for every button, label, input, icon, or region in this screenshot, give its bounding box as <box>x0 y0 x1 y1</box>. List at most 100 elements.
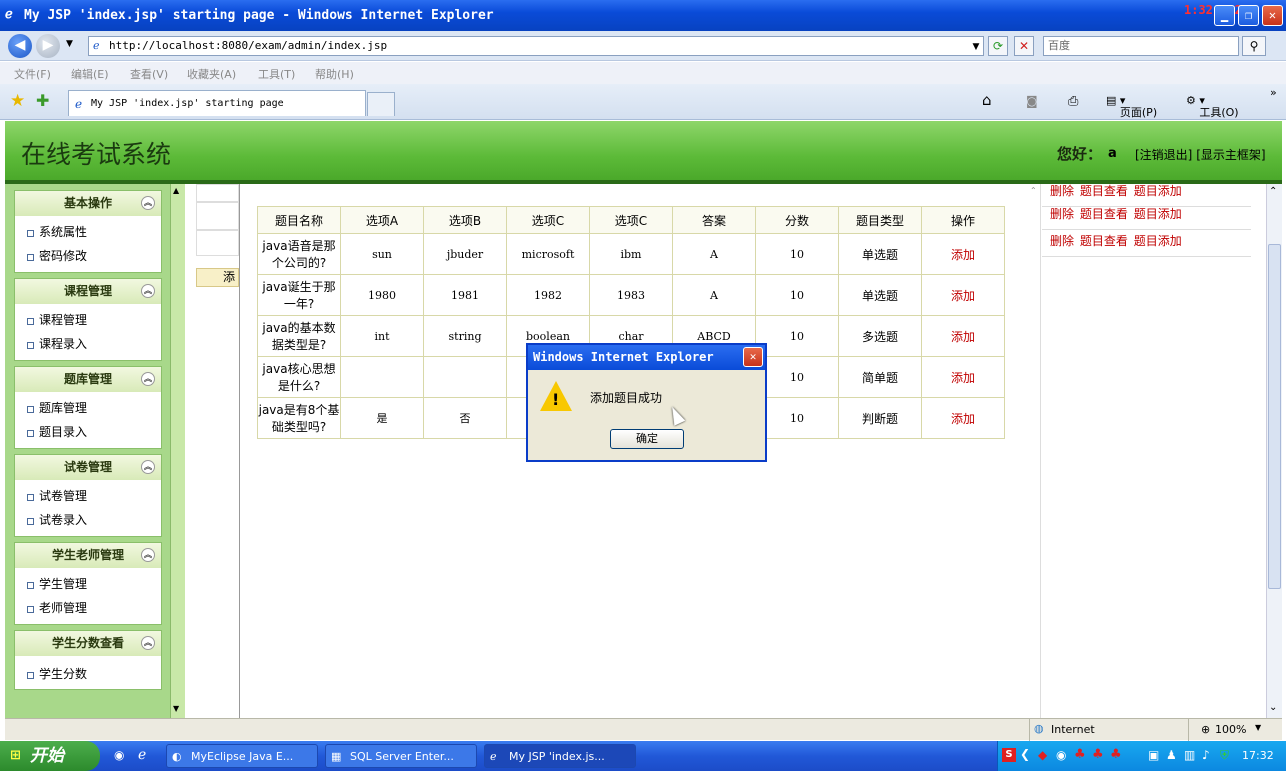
add-question-link[interactable]: 添加 <box>921 233 1005 275</box>
tab-current-page[interactable]: ℯ My JSP 'index.jsp' starting page <box>68 90 366 116</box>
sidebar-item-student-manage[interactable]: 学生管理 <box>15 572 161 596</box>
quicklaunch-ie-icon[interactable]: ℯ <box>138 747 146 763</box>
view-question-link[interactable]: 题目查看 <box>1080 207 1128 221</box>
feeds-icon[interactable]: ◙ <box>1026 94 1038 108</box>
left-pane-add-label[interactable]: 添 <box>196 268 239 287</box>
home-icon[interactable]: ⌂ <box>982 91 992 109</box>
tray-app-icon[interactable]: ♟ <box>1166 748 1177 762</box>
page-menu[interactable]: ▤ 页面(P) ▾ <box>1106 94 1157 119</box>
sidebar-group-header[interactable]: 题库管理 ︽ <box>15 367 161 392</box>
view-question-link[interactable]: 题目查看 <box>1080 234 1128 248</box>
input-method-icon[interactable]: S <box>1002 748 1016 762</box>
maximize-button[interactable]: ❐ <box>1238 5 1259 26</box>
dialog-titlebar[interactable]: Windows Internet Explorer ✕ <box>528 345 765 370</box>
task-myeclipse[interactable]: ◐ MyEclipse Java E... <box>166 744 318 768</box>
more-chevron-icon[interactable]: » <box>1270 86 1277 99</box>
sidebar-group-header[interactable]: 课程管理 ︽ <box>15 279 161 304</box>
close-window-button[interactable]: ✕ <box>1262 5 1283 26</box>
volume-icon[interactable]: ♪ <box>1202 748 1210 762</box>
tray-app-icon[interactable]: ◉ <box>1056 748 1066 762</box>
zoom-level[interactable]: 100% <box>1215 723 1246 736</box>
address-dropdown-button[interactable]: ▼ <box>966 36 986 56</box>
stop-button[interactable]: ✕ <box>1014 36 1034 56</box>
search-button[interactable]: ⚲ <box>1242 36 1266 56</box>
tools-menu[interactable]: ⚙ 工具(O) ▾ <box>1186 94 1239 119</box>
sidebar-item-student-scores[interactable]: 学生分数 <box>15 662 161 686</box>
sidebar-item-question-manage[interactable]: 题库管理 <box>15 396 161 420</box>
sidebar-scrollbar[interactable]: ▲ ▼ <box>170 184 185 718</box>
add-question-link[interactable]: 题目添加 <box>1134 234 1182 248</box>
sidebar-item-paper-entry[interactable]: 试卷录入 <box>15 508 161 532</box>
back-button[interactable]: ◀ <box>8 34 32 58</box>
page-scrollbar[interactable]: ⌃ ⌄ <box>1266 184 1282 718</box>
scroll-up-icon[interactable]: ⌃ <box>1030 186 1037 195</box>
refresh-button[interactable]: ⟳ <box>988 36 1008 56</box>
start-button[interactable]: ⊞ 开始 <box>0 741 100 771</box>
sidebar-group-header[interactable]: 基本操作 ︽ <box>15 191 161 216</box>
sidebar-item-paper-manage[interactable]: 试卷管理 <box>15 484 161 508</box>
scrollbar-thumb[interactable] <box>1268 244 1281 589</box>
sidebar-item-question-entry[interactable]: 题目录入 <box>15 420 161 444</box>
scroll-up-icon[interactable]: ⌃ <box>1269 186 1277 197</box>
address-input[interactable]: ℯ http://localhost:8080/exam/admin/index… <box>88 36 984 56</box>
scroll-down-icon[interactable]: ⌄ <box>1269 702 1277 713</box>
sidebar-group-header[interactable]: 学生老师管理 ︽ <box>15 543 161 568</box>
sidebar-item-change-password[interactable]: 密码修改 <box>15 244 161 268</box>
ok-button[interactable]: 确定 <box>610 429 684 449</box>
task-sql-server[interactable]: ▦ SQL Server Enter... <box>325 744 477 768</box>
new-tab-button[interactable] <box>367 92 395 116</box>
print-icon[interactable]: ⎙ <box>1068 94 1078 109</box>
add-question-link[interactable]: 添加 <box>921 356 1005 398</box>
add-question-link[interactable]: 添加 <box>921 315 1005 357</box>
menu-tools[interactable]: 工具(T) <box>258 66 295 82</box>
show-frame-link[interactable]: [显示主框架] <box>1196 148 1265 162</box>
tray-app-icon[interactable]: ▥ <box>1184 748 1195 762</box>
qq-icon[interactable]: ♣ <box>1110 747 1122 762</box>
quicklaunch-icon[interactable]: ◉ <box>114 748 124 762</box>
collapse-icon[interactable]: ︽ <box>141 548 155 562</box>
dialog-close-button[interactable]: ✕ <box>743 347 763 367</box>
view-question-link[interactable]: 题目查看 <box>1080 184 1128 198</box>
forward-button[interactable]: ▶ <box>36 34 60 58</box>
logout-link[interactable]: [注销退出] <box>1135 148 1192 162</box>
add-favorite-icon[interactable]: ✚ <box>36 91 49 110</box>
delete-link[interactable]: 删除 <box>1050 234 1074 248</box>
search-input[interactable]: 百度 <box>1043 36 1239 56</box>
tray-expand-icon[interactable]: ❮ <box>1020 747 1030 761</box>
collapse-icon[interactable]: ︽ <box>141 372 155 386</box>
add-question-link[interactable]: 添加 <box>921 397 1005 439</box>
sidebar-item-teacher-manage[interactable]: 老师管理 <box>15 596 161 620</box>
sidebar-group-header[interactable]: 试卷管理 ︽ <box>15 455 161 480</box>
sidebar-item-course-manage[interactable]: 课程管理 <box>15 308 161 332</box>
add-question-link[interactable]: 题目添加 <box>1134 184 1182 198</box>
history-dropdown-icon[interactable]: ▼ <box>66 39 73 49</box>
task-ie[interactable]: ℯ My JSP 'index.js... <box>484 744 636 768</box>
delete-link[interactable]: 删除 <box>1050 184 1074 198</box>
add-question-link[interactable]: 添加 <box>921 274 1005 316</box>
menu-view[interactable]: 查看(V) <box>130 66 168 82</box>
qq-icon[interactable]: ♣ <box>1074 747 1086 762</box>
tray-app-icon[interactable]: ◆ <box>1038 748 1047 762</box>
zoom-dropdown-icon[interactable]: ▼ <box>1255 723 1261 732</box>
favorites-star-icon[interactable]: ★ <box>10 91 25 111</box>
collapse-icon[interactable]: ︽ <box>141 460 155 474</box>
collapse-icon[interactable]: ︽ <box>141 284 155 298</box>
qq-icon[interactable]: ♣ <box>1092 747 1104 762</box>
sidebar-group-header[interactable]: 学生分数查看 ︽ <box>15 631 161 656</box>
scroll-down-icon[interactable]: ▼ <box>173 704 179 713</box>
delete-link[interactable]: 删除 <box>1050 207 1074 221</box>
scroll-up-icon[interactable]: ▲ <box>173 186 179 195</box>
security-icon[interactable]: ⛨ <box>1220 748 1229 763</box>
network-icon[interactable]: ▣ <box>1148 748 1159 762</box>
collapse-icon[interactable]: ︽ <box>141 636 155 650</box>
collapse-icon[interactable]: ︽ <box>141 196 155 210</box>
minimize-button[interactable]: ▁ <box>1214 5 1235 26</box>
menu-help[interactable]: 帮助(H) <box>315 66 354 82</box>
sidebar-item-course-entry[interactable]: 课程录入 <box>15 332 161 356</box>
menu-favorites[interactable]: 收藏夹(A) <box>187 66 236 82</box>
menu-file[interactable]: 文件(F) <box>14 66 51 82</box>
sidebar-item-system-properties[interactable]: 系统属性 <box>15 220 161 244</box>
menu-edit[interactable]: 编辑(E) <box>71 66 109 82</box>
add-question-link[interactable]: 题目添加 <box>1134 207 1182 221</box>
right-panel-splitter[interactable]: ⌃ <box>1029 184 1041 718</box>
